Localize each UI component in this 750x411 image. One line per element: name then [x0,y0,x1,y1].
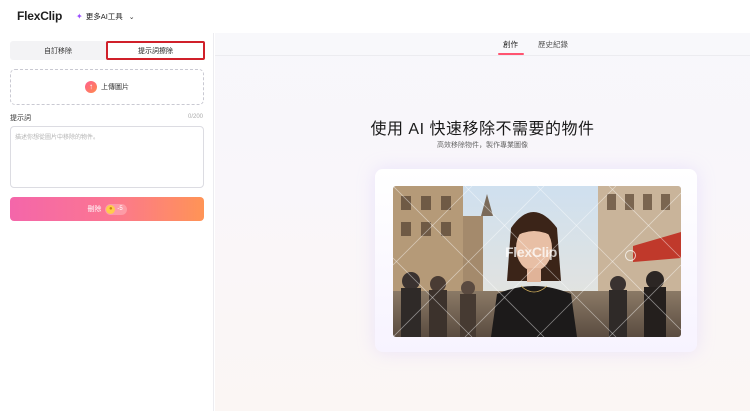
watermark-badge-icon [625,250,636,261]
more-ai-tools-menu[interactable]: ✦ 更多AI工具 ⌄ [76,11,135,22]
tab-custom-remove[interactable]: 自訂移除 [10,41,106,60]
main-canvas: 創作 歷史紀錄 使用 AI 快速移除不需要的物件 高效移除物件，製作專業圖像 F… [215,33,750,411]
prompt-label: 提示詞 [10,115,31,122]
flexclip-logo[interactable]: FlexClip [17,8,62,24]
prompt-char-counter: 0/200 [187,114,203,120]
delete-button-label: 刪除 [87,206,102,213]
chevron-down-icon: ⌄ [128,13,135,21]
delete-button[interactable]: 刪除 ● -5 [10,197,204,221]
coin-icon: ● [106,204,116,214]
sample-preview-image: FlexClip [393,186,681,337]
more-ai-tools-label: 更多AI工具 [85,12,123,21]
sparkle-icon: ✦ [76,12,83,21]
tab-create[interactable]: 創作 [503,39,518,50]
main-tabs: 創作 歷史紀錄 [215,33,750,56]
tab-prompt-erase[interactable]: 提示詞擦除 [106,41,205,60]
mode-tabs: 自訂移除 提示詞擦除 [10,41,205,60]
logo-text: FlexClip [17,9,63,23]
hero-subtitle: 高效移除物件，製作專業圖像 [437,142,528,149]
credit-cost: -5 [117,206,123,212]
left-panel: 自訂移除 提示詞擦除 ↑ 上傳圖片 提示詞 0/200 刪除 ● -5 [0,33,214,411]
street-portrait-illustration [393,186,681,337]
active-tab-indicator [498,53,524,55]
prompt-input[interactable] [10,126,204,188]
upload-icon: ↑ [85,81,97,93]
upload-image-button[interactable]: ↑ 上傳圖片 [10,69,204,105]
upload-label: 上傳圖片 [101,84,129,91]
tab-history[interactable]: 歷史紀錄 [538,39,568,50]
watermark-text: FlexClip [505,244,558,260]
hero-title: 使用 AI 快速移除不需要的物件 [370,121,595,138]
top-header: FlexClip ✦ 更多AI工具 ⌄ [0,0,750,33]
credit-cost-badge: ● -5 [105,203,127,215]
